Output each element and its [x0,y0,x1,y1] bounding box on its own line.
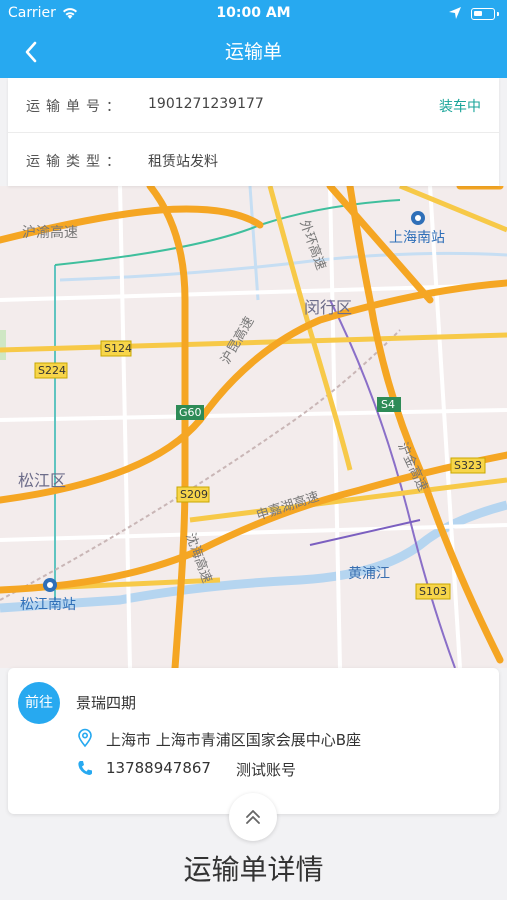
shield-s323: S323 [454,459,482,472]
contact-account: 测试账号 [236,761,297,779]
phone-icon [78,761,92,775]
destination-address: 上海市 上海市青浦区国家会展中心B座 [106,731,362,749]
map-label-shanghai-south: 上海南站 [389,230,445,246]
battery-icon [471,8,499,20]
map-label-huyu: 沪渝高速 [22,224,78,241]
order-type-row: 运输类型： 租赁站发料 [8,133,499,187]
go-button[interactable]: 前往 [18,682,60,724]
order-info-card: 运输单号： 1901271239177 装车中 运输类型： 租赁站发料 [8,78,499,186]
status-bar: Carrier 10:00 AM [0,0,507,28]
status-badge: 装车中 [439,99,481,115]
station-icon [43,578,57,592]
order-type-value: 租赁站发料 [148,154,218,170]
clock: 10:00 AM [216,5,291,21]
order-type-label: 运输类型： [26,154,126,170]
section-title-details: 运输单详情 [183,853,324,886]
shield-s4: S4 [381,398,395,411]
route-map[interactable]: 沪渝高速 上海南站 闵行区 松江区 黄浦江 松江南站 外环高速 沪昆高速 申嘉湖… [0,186,507,668]
shield-s124: S124 [104,342,132,355]
map-label-songjiang-south: 松江南站 [20,597,76,613]
shield-s209: S209 [180,488,208,501]
contact-phone[interactable]: 13788947867 [106,759,211,777]
map-label-songjiang: 松江区 [18,471,66,490]
double-chevron-up-icon [246,810,260,824]
station-icon [411,211,425,225]
top-bar: Carrier 10:00 AM 运输单 [0,0,507,78]
shield-s103: S103 [419,585,447,598]
location-arrow-icon [449,7,461,19]
location-pin-icon [78,728,92,748]
shield-g60: G60 [179,406,202,419]
map-label-huangpu: 黄浦江 [348,565,390,582]
destination-name: 景瑞四期 [76,694,137,712]
shield-s224: S224 [38,364,66,377]
expand-details-button[interactable] [229,793,277,841]
order-number-label: 运输单号： [26,99,126,115]
order-number-value: 1901271239177 [148,96,264,112]
order-number-row: 运输单号： 1901271239177 装车中 [8,78,499,133]
map-label-minhang: 闵行区 [304,298,352,317]
page-title: 运输单 [224,41,282,63]
